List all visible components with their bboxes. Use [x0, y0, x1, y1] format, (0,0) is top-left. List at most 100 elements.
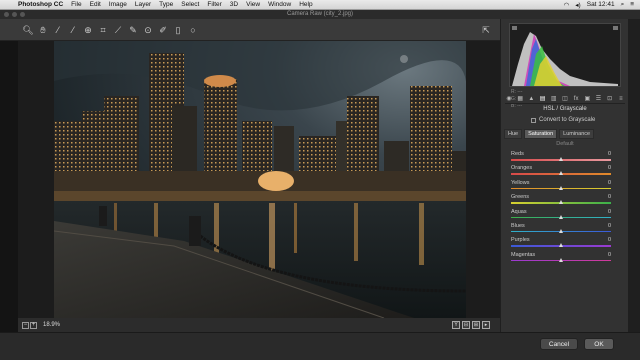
- convert-grayscale-label: Convert to Grayscale: [539, 117, 596, 123]
- fullscreen-toggle-icon[interactable]: ⇱: [480, 24, 492, 36]
- menu-image[interactable]: Image: [109, 1, 127, 8]
- menu-file[interactable]: File: [71, 1, 81, 8]
- slider-thumb[interactable]: [558, 228, 563, 233]
- wifi-icon[interactable]: ◠: [564, 1, 570, 9]
- slider-value[interactable]: 0: [608, 237, 611, 243]
- slider-label: Magentas: [511, 251, 536, 258]
- slider-thumb[interactable]: [558, 214, 563, 219]
- menu-bar: Photoshop CC File Edit Image Layer Type …: [0, 0, 640, 10]
- slider-thumb[interactable]: [558, 257, 563, 262]
- window-controls[interactable]: [4, 12, 25, 17]
- rgb-red: R: ---: [511, 89, 523, 95]
- ok-button[interactable]: OK: [584, 338, 614, 350]
- cancel-button[interactable]: Cancel: [540, 338, 578, 350]
- slider-value[interactable]: 0: [608, 252, 611, 258]
- preview-view-buttons: Y ⊟ ⊞ ▸: [452, 321, 490, 329]
- spot-removal-tool-icon[interactable]: ✎: [127, 24, 139, 36]
- snapshots-tab-icon[interactable]: ⊡: [606, 96, 614, 103]
- graduated-filter-tool-icon[interactable]: ▯: [172, 24, 184, 36]
- histogram: [509, 23, 621, 87]
- zoom-level[interactable]: 18.9%: [43, 322, 60, 328]
- slider-row: Yellows 0: [511, 179, 625, 193]
- default-link[interactable]: Default: [501, 141, 629, 147]
- hsl-tab-icon[interactable]: ▤: [539, 96, 547, 103]
- red-eye-tool-icon[interactable]: ⊙: [142, 24, 154, 36]
- adjustments-panel: R: --- G: --- B: --- ◉ ▦ ▲ ▤ ▥ ◫ fx ▣ ☰ ⊡…: [500, 19, 628, 332]
- menu-type[interactable]: Type: [159, 1, 173, 8]
- slider-value[interactable]: 0: [608, 194, 611, 200]
- search-icon[interactable]: ⌕: [621, 1, 625, 9]
- menu-select[interactable]: Select: [181, 1, 199, 8]
- split-toning-tab-icon[interactable]: ▥: [550, 96, 558, 103]
- clock[interactable]: Sat 12:41: [587, 1, 615, 8]
- preview-canvas[interactable]: [18, 41, 500, 318]
- slider-label: Aquas: [511, 208, 527, 215]
- camera-raw-toolbar: 🔍︎ ✋︎ ⁄ ⁄ ⊕ ⌗ ⟋ ✎ ⊙ ✐ ▯ ○ ⇱: [0, 19, 500, 41]
- notification-center-icon[interactable]: ≡: [630, 1, 634, 8]
- targeted-adjustment-tool-icon[interactable]: ⊕: [82, 24, 94, 36]
- slider-row: Blues 0: [511, 222, 625, 236]
- crop-tool-icon[interactable]: ⌗: [97, 24, 109, 36]
- basic-tab-icon[interactable]: ◉: [505, 96, 513, 103]
- zoom-out-button[interactable]: −: [22, 321, 29, 329]
- slider-value[interactable]: 0: [608, 209, 611, 215]
- slider-label: Greens: [511, 194, 530, 201]
- menu-view[interactable]: View: [246, 1, 260, 8]
- convert-grayscale-checkbox[interactable]: Convert to Grayscale: [531, 117, 595, 123]
- camera-calibration-tab-icon[interactable]: ▣: [583, 96, 591, 103]
- hsl-subtabs: Hue Saturation Luminance: [504, 129, 595, 139]
- slider-thumb[interactable]: [558, 243, 563, 248]
- white-balance-tool-icon[interactable]: ⁄: [52, 24, 64, 36]
- zoom-in-button[interactable]: +: [30, 321, 37, 329]
- tone-curve-tab-icon[interactable]: ▦: [516, 96, 524, 103]
- before-after-toggle-button[interactable]: Y: [452, 321, 460, 329]
- effects-tab-icon[interactable]: fx: [572, 96, 580, 103]
- histogram-graph: [512, 26, 618, 86]
- slider-value[interactable]: 0: [608, 180, 611, 186]
- detail-tab-icon[interactable]: ▲: [527, 96, 535, 103]
- lens-tab-icon[interactable]: ◫: [561, 96, 569, 103]
- radial-filter-tool-icon[interactable]: ○: [187, 24, 199, 36]
- adjustment-brush-tool-icon[interactable]: ✐: [157, 24, 169, 36]
- menu-window[interactable]: Window: [268, 1, 291, 8]
- slider-label: Oranges: [511, 165, 533, 172]
- tab-luminance[interactable]: Luminance: [559, 129, 595, 139]
- tab-hue[interactable]: Hue: [504, 129, 523, 139]
- preview-settings-button[interactable]: ▸: [482, 321, 490, 329]
- slider-row: Reds 0: [511, 150, 625, 164]
- volume-icon[interactable]: ◂): [575, 1, 580, 9]
- panel-tab-icons: ◉ ▦ ▲ ▤ ▥ ◫ fx ▣ ☰ ⊡ ≡: [505, 96, 625, 104]
- menu-layer[interactable]: Layer: [135, 1, 151, 8]
- slider-label: Blues: [511, 222, 525, 229]
- checkbox-icon[interactable]: [531, 117, 536, 123]
- menu-filter[interactable]: Filter: [207, 1, 221, 8]
- menu-help[interactable]: Help: [299, 1, 312, 8]
- photo-preview[interactable]: [54, 41, 466, 318]
- preview-swap-button[interactable]: ⊞: [472, 321, 480, 329]
- slider-label: Purples: [511, 237, 530, 244]
- slider-value[interactable]: 0: [608, 165, 611, 171]
- window-title: Camera Raw (city_2.jpg): [286, 11, 354, 17]
- slider-row: Oranges 0: [511, 164, 625, 178]
- slider-thumb[interactable]: [558, 157, 563, 161]
- slider-thumb[interactable]: [558, 171, 563, 176]
- menu-3d[interactable]: 3D: [230, 1, 238, 8]
- slider-row: Greens 0: [511, 193, 625, 207]
- panel-menu-icon[interactable]: ≡: [617, 96, 625, 103]
- hand-tool-icon[interactable]: ✋︎: [37, 24, 49, 36]
- slider-thumb[interactable]: [558, 185, 563, 190]
- slider-thumb[interactable]: [558, 200, 563, 205]
- slider-value[interactable]: 0: [608, 151, 611, 157]
- menu-edit[interactable]: Edit: [90, 1, 101, 8]
- slider-value[interactable]: 0: [608, 223, 611, 229]
- preview-mode-button[interactable]: ⊟: [462, 321, 470, 329]
- zoom-tool-icon[interactable]: 🔍︎: [22, 24, 34, 36]
- preview-statusbar: − + 18.9% Y ⊟ ⊞ ▸: [18, 318, 500, 332]
- tab-saturation[interactable]: Saturation: [524, 129, 558, 139]
- menu-app-name[interactable]: Photoshop CC: [18, 1, 63, 8]
- color-sampler-tool-icon[interactable]: ⁄: [67, 24, 79, 36]
- straighten-tool-icon[interactable]: ⟋: [112, 24, 124, 36]
- panel-scrollbar[interactable]: [628, 19, 640, 332]
- window-titlebar: Camera Raw (city_2.jpg): [0, 10, 640, 19]
- presets-tab-icon[interactable]: ☰: [595, 96, 603, 103]
